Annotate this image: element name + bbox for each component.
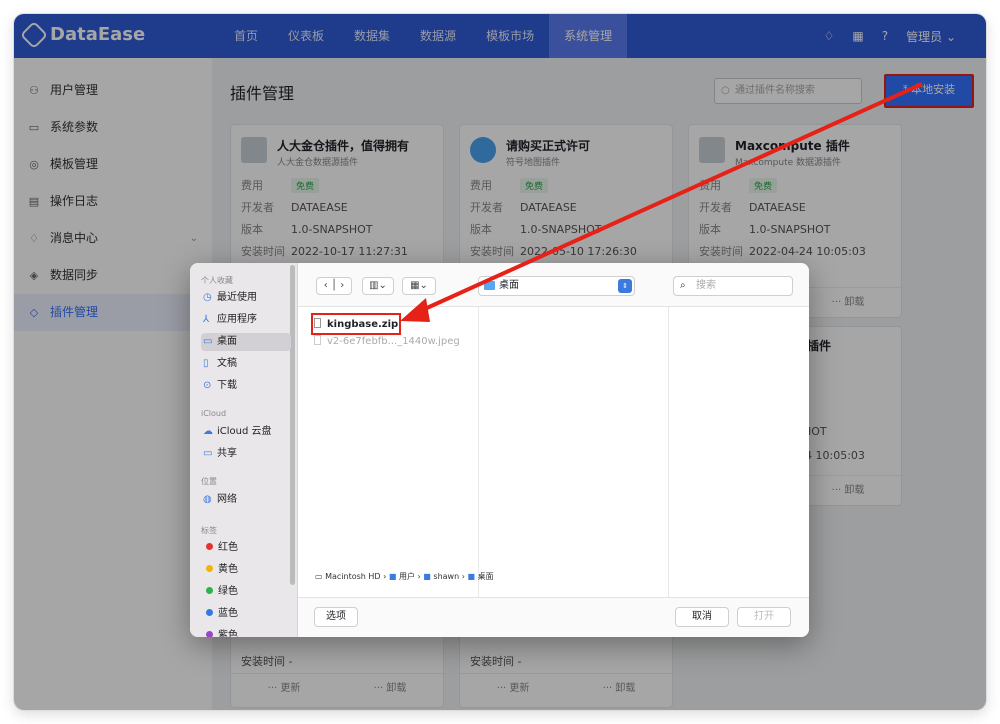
folder-icon: ■ <box>467 572 476 581</box>
network-icon: ◍ <box>203 494 212 505</box>
dialog-sidebar-item[interactable]: ◍ 网络 <box>201 491 291 509</box>
path-item[interactable]: 桌面 <box>478 572 494 581</box>
location-label: 桌面 <box>499 280 519 291</box>
dialog-sidebar-label: 下载 <box>217 380 237 391</box>
dialog-sidebar-label: 应用程序 <box>217 314 257 325</box>
tag-label: 红色 <box>218 542 238 553</box>
dialog-footer: 选项 取消 打开 <box>298 597 809 637</box>
desktop-icon: ▭ <box>203 336 213 347</box>
highlight-box <box>311 313 401 335</box>
tag-label: 绿色 <box>218 586 238 597</box>
home-folder-icon: ■ <box>423 572 431 581</box>
apps-icon: ⅄ <box>203 314 210 325</box>
path-item[interactable]: Macintosh HD <box>325 572 380 581</box>
file-item[interactable]: v2-6e7febfb..._1440w.jpeg <box>314 334 460 350</box>
download-icon: ⊙ <box>203 380 212 391</box>
tag-label: 蓝色 <box>218 608 238 619</box>
image-file-icon <box>314 335 321 345</box>
open-button[interactable]: 打开 <box>737 607 791 627</box>
document-icon: ▯ <box>203 358 209 369</box>
sidebar-section-title: 个人收藏 <box>201 276 233 285</box>
dialog-sidebar-label: 网络 <box>217 494 237 505</box>
dialog-sidebar-item[interactable]: ▭ 共享 <box>201 445 291 463</box>
tag-item[interactable]: 绿色 <box>201 583 291 601</box>
dialog-sidebar-item[interactable]: ☁ iCloud 云盘 <box>201 423 291 441</box>
location-popup[interactable]: 桌面 ⇕ <box>478 276 635 296</box>
disk-icon: ▭ <box>315 572 323 581</box>
file-name: v2-6e7febfb..._1440w.jpeg <box>327 336 460 347</box>
group-button[interactable]: ▦⌄ <box>402 277 436 295</box>
dialog-sidebar-item[interactable]: ▭ 桌面 <box>201 333 291 351</box>
file-open-dialog: 个人收藏 ◷ 最近使用 ⅄ 应用程序 ▭ 桌面 ▯ 文稿 ⊙ 下载 iCloud ☁ iCloud 云盘 ▭… <box>190 263 809 637</box>
dialog-sidebar: 个人收藏 ◷ 最近使用 ⅄ 应用程序 ▭ 桌面 ▯ 文稿 ⊙ 下载 iCloud ☁ iCloud 云盘 ▭… <box>190 263 298 637</box>
sidebar-section-title: 位置 <box>201 477 217 486</box>
tag-label: 黄色 <box>218 564 238 575</box>
file-column <box>669 307 809 597</box>
tag-dot-icon <box>206 565 213 572</box>
search-icon: ⌕ <box>680 280 686 291</box>
cloud-icon: ☁ <box>203 426 213 437</box>
dialog-sidebar-item[interactable]: ◷ 最近使用 <box>201 289 291 307</box>
tag-dot-icon <box>206 609 213 616</box>
sidebar-section-title: iCloud <box>201 409 227 418</box>
tag-item[interactable]: 红色 <box>201 539 291 557</box>
dialog-sidebar-item[interactable]: ⊙ 下载 <box>201 377 291 395</box>
dialog-search-placeholder: 搜索 <box>696 280 716 291</box>
sidebar-section-title: 标签 <box>201 526 217 535</box>
view-mode-button[interactable]: ▥⌄ <box>362 277 394 295</box>
tag-item[interactable]: 黄色 <box>201 561 291 579</box>
tag-dot-icon <box>206 631 213 637</box>
file-column <box>298 307 479 597</box>
back-forward-buttons[interactable]: ‹ │ › <box>316 277 352 295</box>
columns-icon: ▥⌄ <box>369 280 387 291</box>
forward-icon[interactable]: › <box>340 280 344 291</box>
tag-item[interactable]: 紫色 <box>201 627 291 637</box>
tag-item[interactable]: 蓝色 <box>201 605 291 623</box>
folder-icon: ■ <box>388 572 397 581</box>
dialog-sidebar-label: 最近使用 <box>217 292 257 303</box>
updown-icon: ⇕ <box>618 279 632 293</box>
clock-icon: ◷ <box>203 292 212 303</box>
folder-icon <box>484 281 495 290</box>
tag-label: 紫色 <box>218 630 238 637</box>
file-column <box>479 307 669 597</box>
dialog-search-input[interactable]: ⌕ 搜索 <box>673 276 793 296</box>
path-bar: ▭ Macintosh HD › ■ 用户 › ■ shawn › ■ 桌面 <box>315 572 494 581</box>
back-icon[interactable]: ‹ <box>324 280 328 291</box>
path-item[interactable]: 用户 <box>399 572 415 581</box>
dialog-sidebar-label: iCloud 云盘 <box>217 426 272 437</box>
dialog-toolbar: ‹ │ › ▥⌄ ▦⌄ 桌面 ⇕ ⌕ 搜索 <box>298 263 809 307</box>
dialog-sidebar-label: 文稿 <box>217 358 237 369</box>
cancel-button[interactable]: 取消 <box>675 607 729 627</box>
shared-folder-icon: ▭ <box>203 448 213 459</box>
options-button[interactable]: 选项 <box>314 607 358 627</box>
grid-icon: ▦⌄ <box>410 280 428 291</box>
dialog-sidebar-label: 共享 <box>217 448 237 459</box>
tag-dot-icon <box>206 587 213 594</box>
tag-dot-icon <box>206 543 213 550</box>
dialog-sidebar-item[interactable]: ⅄ 应用程序 <box>201 311 291 329</box>
dialog-sidebar-label: 桌面 <box>217 336 237 347</box>
path-item[interactable]: shawn <box>433 572 459 581</box>
dialog-sidebar-item[interactable]: ▯ 文稿 <box>201 355 291 373</box>
